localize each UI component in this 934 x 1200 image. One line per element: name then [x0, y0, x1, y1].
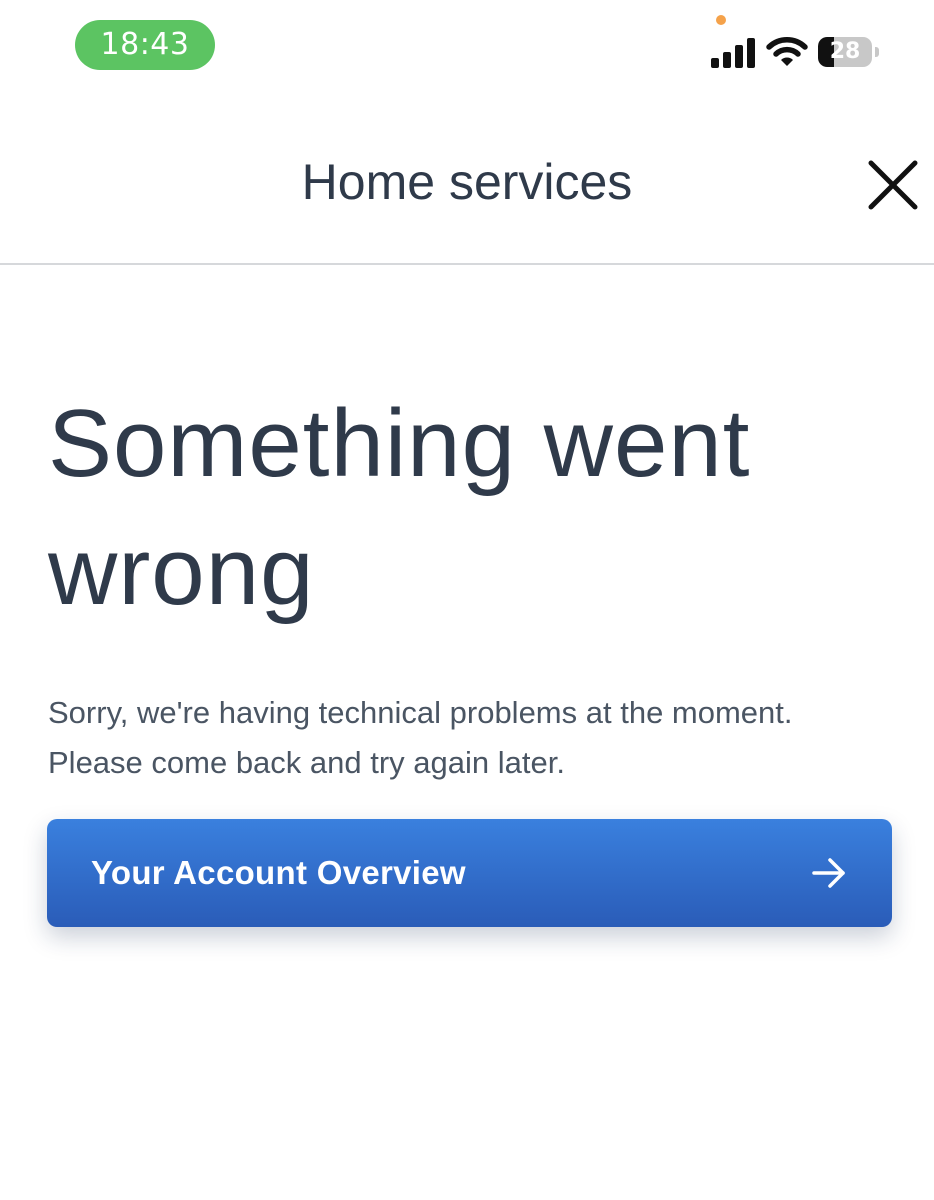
- error-content: Something went wrong Sorry, we're having…: [48, 380, 898, 788]
- status-time[interactable]: 18:43: [75, 20, 215, 70]
- close-icon[interactable]: [860, 152, 926, 218]
- error-heading: Something went wrong: [48, 390, 751, 625]
- error-message-line-1: Sorry, we're having technical problems a…: [48, 695, 793, 730]
- battery-level: 28: [829, 39, 861, 64]
- header: Home services: [0, 110, 934, 265]
- wifi-icon: [766, 37, 808, 66]
- account-overview-label: Your Account Overview: [91, 854, 466, 891]
- signal-icon: [711, 38, 755, 68]
- status-bar: 18:43 28: [0, 0, 934, 95]
- screen: 18:43 28 Home services Something went wr…: [0, 0, 934, 1200]
- arrow-right-icon: [812, 858, 845, 888]
- battery-icon: 28: [818, 37, 880, 69]
- page-title: Home services: [301, 154, 633, 210]
- account-overview-button[interactable]: Your Account Overview: [47, 819, 892, 927]
- error-message-line-2: Please come back and try again later.: [48, 745, 565, 780]
- error-message: Sorry, we're having technical problems a…: [48, 688, 898, 788]
- privacy-indicator-dot: [716, 15, 726, 25]
